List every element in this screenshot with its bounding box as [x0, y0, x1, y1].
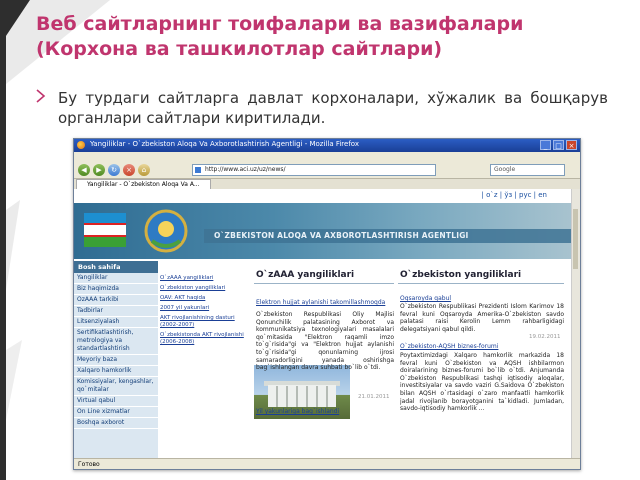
sub-item[interactable]: AKT rivojlanishining dasturi (2002-2007): [160, 315, 252, 329]
bullet-point: Бу турдаги сайтларга давлат корхоналари,…: [36, 88, 608, 128]
tab-strip: Yangiliklar - O`zbekiston Aloqa Va A...: [74, 179, 580, 189]
col1-news1-title[interactable]: Elektron hujjat aylanishi takomillashmoq…: [256, 299, 385, 307]
stop-button[interactable]: ×: [123, 164, 135, 176]
browser-window: Yangiliklar - O`zbekiston Aloqa Va Axbor…: [73, 138, 581, 470]
browser-menubar: [74, 152, 580, 162]
vertical-scrollbar[interactable]: [571, 189, 580, 458]
col1-news2-title[interactable]: Yil yakunlariga bag`ishlandi: [256, 408, 339, 416]
site-favicon-icon: [195, 167, 201, 173]
flag-icon: [84, 213, 126, 247]
sub-item[interactable]: OAV: AKT haqida: [160, 295, 252, 302]
col2-rule: [398, 283, 564, 284]
news-sublist: O`zAAA yangiliklari O`zbekiston yangilik…: [160, 275, 252, 349]
tab-yangiliklar[interactable]: Yangiliklar - O`zbekiston Aloqa Va A...: [76, 179, 211, 189]
col2-news1-date: 19.02.2011: [529, 334, 561, 340]
window-title: Yangiliklar - O`zbekiston Aloqa Va Axbor…: [90, 140, 359, 148]
sub-item[interactable]: O`zAAA yangiliklari: [160, 275, 252, 282]
nav-item[interactable]: OzAAA tarkibi: [74, 295, 158, 306]
search-placeholder: Google: [494, 166, 516, 173]
sub-item[interactable]: O`zbekiston yangiliklari: [160, 285, 252, 292]
nav-item[interactable]: Komissiyalar, kengashlar, qo`mitalar: [74, 377, 158, 396]
back-button[interactable]: ◀: [78, 164, 90, 176]
col2-title: O`zbekiston yangiliklari: [400, 270, 522, 280]
reload-button[interactable]: ↻: [108, 164, 120, 176]
sub-item[interactable]: 2007 yil yakunlari: [160, 305, 252, 312]
col2-news2-title[interactable]: O`zbekiston-AQSH biznes-forumi: [400, 343, 498, 351]
nav-item[interactable]: Litsenziyalash: [74, 317, 158, 328]
col1-news1-text: O`zbekiston Respublikasi Oliy Majlisi Qo…: [256, 311, 394, 372]
navigation-toolbar: ◀ ▶ ↻ × ⌂ http://www.aci.uz/uz/news/ Goo…: [74, 162, 580, 179]
language-links[interactable]: | o`z | ўз | рус | en: [481, 191, 547, 199]
nav-item[interactable]: Biz haqimizda: [74, 284, 158, 295]
state-emblem-icon: [144, 209, 188, 253]
search-box[interactable]: Google: [490, 164, 565, 176]
col2-news1-text: O`zbekiston Respublikasi Prezidenti Islo…: [400, 303, 564, 333]
nav-item[interactable]: Tadbirlar: [74, 306, 158, 317]
address-bar[interactable]: http://www.aci.uz/uz/news/: [192, 164, 436, 176]
nav-item[interactable]: Sertifikatlashtirish, metrologiya va sta…: [74, 328, 158, 355]
nav-item[interactable]: Boshqa axborot: [74, 418, 158, 429]
nav-item[interactable]: Xalqaro hamkorlik: [74, 366, 158, 377]
col2-news2-text: Poytaxtimizdagi Xalqaro hamkorlik markaz…: [400, 352, 564, 413]
address-url: http://www.aci.uz/uz/news/: [205, 166, 286, 173]
agency-name: O`ZBEKISTON ALOQA VA AXBOROTLASHTIRISH A…: [214, 231, 469, 240]
minimize-button[interactable]: _: [540, 140, 551, 150]
col2-news1-title[interactable]: Oqsaroyda qabul: [400, 295, 451, 303]
col1-title: O`zAAA yangiliklari: [256, 270, 355, 280]
firefox-icon: [77, 141, 85, 149]
page-viewport: | o`z | ўз | рус | en O`ZBEKISTON ALOQA …: [74, 189, 572, 458]
bullet-arrow-icon: [36, 89, 46, 103]
nav-header[interactable]: Bosh sahifa: [74, 261, 158, 273]
slide-title: Веб сайтларнинг тоифалари ва вазифалари …: [36, 13, 524, 60]
home-button[interactable]: ⌂: [138, 164, 150, 176]
language-bar: | o`z | ўз | рус | en: [74, 189, 572, 203]
sub-item[interactable]: O`zbekistonda AKT rivojlanishi (2006-200…: [160, 332, 252, 346]
close-button[interactable]: ×: [566, 140, 577, 150]
bullet-text: Бу турдаги сайтларга давлат корхоналари,…: [58, 89, 608, 127]
forward-button[interactable]: ▶: [93, 164, 105, 176]
browser-titlebar: Yangiliklar - O`zbekiston Aloqa Va Axbor…: [74, 139, 580, 152]
col1-rule: [254, 283, 394, 284]
nav-item[interactable]: Meyoriy baza: [74, 355, 158, 366]
nav-item[interactable]: Yangiliklar: [74, 273, 158, 284]
site-header: O`ZBEKISTON ALOQA VA AXBOROTLASHTIRISH A…: [74, 203, 572, 259]
col1-news1-date: 21.01.2011: [358, 394, 390, 400]
status-bar: Готово: [74, 458, 580, 469]
left-navigation: Bosh sahifa Yangiliklar Biz haqimizda Oz…: [74, 261, 158, 458]
nav-item[interactable]: On Line xizmatlar: [74, 407, 158, 418]
maximize-button[interactable]: □: [553, 140, 564, 150]
nav-item[interactable]: Virtual qabul: [74, 396, 158, 407]
